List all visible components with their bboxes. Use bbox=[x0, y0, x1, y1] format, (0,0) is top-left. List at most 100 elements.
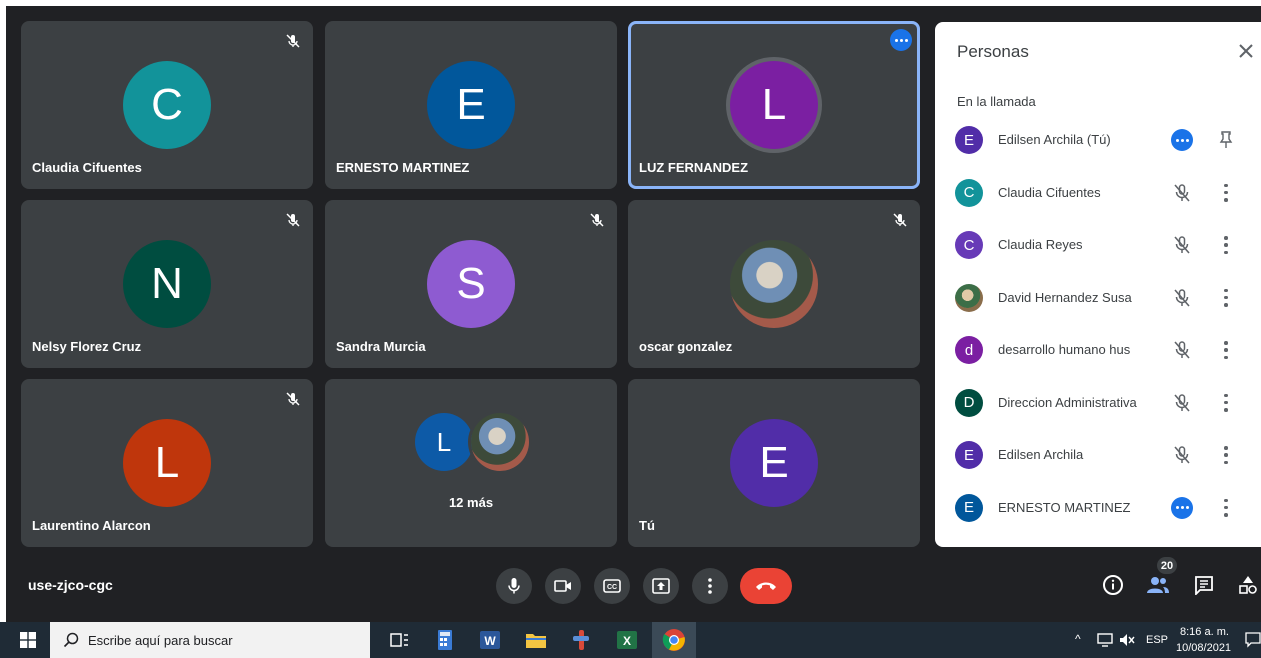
participant-row[interactable]: David Hernandez Susa bbox=[935, 272, 1261, 324]
windows-start-icon[interactable] bbox=[20, 632, 36, 648]
word-icon[interactable]: W bbox=[478, 628, 502, 652]
pin-icon[interactable] bbox=[1218, 130, 1234, 150]
camera-button[interactable] bbox=[545, 568, 581, 604]
participant-avatar: E bbox=[955, 441, 983, 469]
participant-name: Tú bbox=[639, 518, 655, 533]
calculator-icon[interactable] bbox=[433, 628, 457, 652]
avatar: L bbox=[730, 61, 818, 149]
participant-tile[interactable]: S Sandra Murcia bbox=[325, 200, 617, 368]
participant-name: Nelsy Florez Cruz bbox=[32, 339, 142, 354]
participant-name: LUZ FERNANDEZ bbox=[639, 160, 749, 175]
more-options-icon[interactable] bbox=[890, 29, 912, 51]
audio-activity-icon bbox=[1171, 129, 1193, 151]
participant-row[interactable]: E ERNESTO MARTINEZ bbox=[935, 482, 1261, 534]
chat-icon bbox=[1195, 576, 1213, 595]
participant-row[interactable]: E Edilsen Archila bbox=[935, 429, 1261, 481]
meeting-details-button[interactable] bbox=[1101, 573, 1125, 597]
participant-row[interactable]: E Edilsen Archila (Tú) bbox=[935, 114, 1261, 166]
task-view-icon[interactable] bbox=[387, 628, 411, 652]
language-indicator[interactable]: ESP bbox=[1146, 634, 1168, 646]
more-options-button[interactable] bbox=[692, 568, 728, 604]
participant-tile-active[interactable]: L LUZ FERNANDEZ bbox=[628, 21, 920, 189]
participant-name: Direccion Administrativa bbox=[998, 394, 1137, 410]
svg-text:X: X bbox=[623, 634, 631, 648]
app-icon[interactable] bbox=[569, 628, 593, 652]
participant-name: ERNESTO MARTINEZ bbox=[336, 160, 470, 175]
more-vert-icon[interactable] bbox=[1223, 183, 1229, 202]
participant-row[interactable]: d desarrollo humano hus bbox=[935, 324, 1261, 376]
activities-button[interactable] bbox=[1236, 573, 1260, 597]
participant-count-badge: 20 bbox=[1157, 557, 1177, 574]
taskbar-active-app[interactable] bbox=[652, 622, 696, 658]
participant-name: Claudia Cifuentes bbox=[32, 160, 142, 175]
captions-button[interactable]: CC bbox=[594, 568, 630, 604]
present-screen-button[interactable] bbox=[643, 568, 679, 604]
mic-off-icon bbox=[1171, 287, 1193, 309]
search-icon bbox=[63, 632, 79, 648]
svg-text:CC: CC bbox=[607, 584, 617, 591]
mic-off-icon bbox=[1171, 339, 1193, 361]
close-icon[interactable] bbox=[1237, 42, 1255, 60]
chat-button[interactable] bbox=[1192, 573, 1216, 597]
participant-tile[interactable]: oscar gonzalez bbox=[628, 200, 920, 368]
leave-call-button[interactable] bbox=[740, 568, 792, 604]
more-vert-icon[interactable] bbox=[1223, 446, 1229, 464]
mic-off-icon bbox=[590, 213, 604, 227]
avatar: L bbox=[415, 413, 473, 471]
people-button[interactable] bbox=[1146, 573, 1170, 597]
avatar: L bbox=[123, 419, 211, 507]
camera-icon bbox=[554, 580, 571, 592]
more-vert-icon[interactable] bbox=[1223, 341, 1229, 359]
end-call-icon bbox=[756, 582, 776, 590]
avatar-photo bbox=[471, 413, 529, 471]
file-explorer-icon[interactable] bbox=[524, 628, 548, 652]
present-icon bbox=[652, 578, 670, 594]
participant-avatar bbox=[955, 283, 983, 312]
more-vert-icon[interactable] bbox=[1223, 236, 1229, 254]
taskbar-search[interactable]: Escribe aquí para buscar bbox=[50, 622, 370, 658]
microphone-icon bbox=[508, 578, 520, 594]
mic-off-icon bbox=[1171, 444, 1193, 466]
info-icon bbox=[1103, 575, 1123, 595]
avatar-photo bbox=[730, 240, 818, 328]
search-placeholder: Escribe aquí para buscar bbox=[88, 633, 233, 648]
participant-row[interactable]: C Claudia Reyes bbox=[935, 219, 1261, 271]
volume-muted-icon[interactable] bbox=[1119, 633, 1135, 647]
participant-avatar: E bbox=[955, 493, 983, 522]
participant-avatar: D bbox=[955, 388, 983, 417]
more-vert-icon[interactable] bbox=[1223, 393, 1229, 412]
avatar: S bbox=[427, 240, 515, 328]
participant-tile[interactable]: L Laurentino Alarcon bbox=[21, 379, 313, 547]
avatar: E bbox=[730, 419, 818, 507]
mic-off-icon bbox=[1171, 182, 1193, 204]
notifications-icon[interactable] bbox=[1245, 632, 1261, 648]
mic-off-icon bbox=[893, 213, 907, 227]
participant-tile[interactable]: N Nelsy Florez Cruz bbox=[21, 200, 313, 368]
participant-row[interactable]: C Claudia Cifuentes bbox=[935, 167, 1261, 219]
excel-icon[interactable]: X bbox=[615, 628, 639, 652]
more-vert-icon[interactable] bbox=[1223, 498, 1229, 517]
meeting-code: use-zjco-cgc bbox=[28, 577, 113, 593]
svg-text:W: W bbox=[484, 634, 496, 648]
chrome-icon bbox=[662, 629, 685, 651]
panel-title: Personas bbox=[957, 42, 1029, 61]
participant-tile[interactable]: C Claudia Cifuentes bbox=[21, 21, 313, 189]
participant-name: oscar gonzalez bbox=[639, 339, 733, 354]
self-tile[interactable]: E Tú bbox=[628, 379, 920, 547]
clock-time[interactable]: 8:16 a. m. bbox=[1180, 626, 1229, 638]
people-panel: Personas En la llamada E Edilsen Archila … bbox=[935, 22, 1261, 547]
participant-name: Claudia Cifuentes bbox=[998, 184, 1101, 200]
mic-off-icon bbox=[286, 392, 300, 406]
network-icon[interactable] bbox=[1097, 633, 1113, 647]
participant-avatar: d bbox=[955, 336, 983, 364]
tray-chevron-icon[interactable]: ^ bbox=[1075, 632, 1081, 646]
clock-date[interactable]: 10/08/2021 bbox=[1176, 642, 1231, 654]
participant-row[interactable]: D Direccion Administrativa bbox=[935, 377, 1261, 429]
more-vert-icon[interactable] bbox=[1223, 288, 1229, 307]
microphone-button[interactable] bbox=[496, 568, 532, 604]
mic-off-icon bbox=[286, 213, 300, 227]
participant-name: desarrollo humano hus bbox=[998, 342, 1131, 357]
participant-avatar: E bbox=[955, 126, 983, 154]
more-participants-tile[interactable]: L 12 más bbox=[325, 379, 617, 547]
participant-tile[interactable]: E ERNESTO MARTINEZ bbox=[325, 21, 617, 189]
